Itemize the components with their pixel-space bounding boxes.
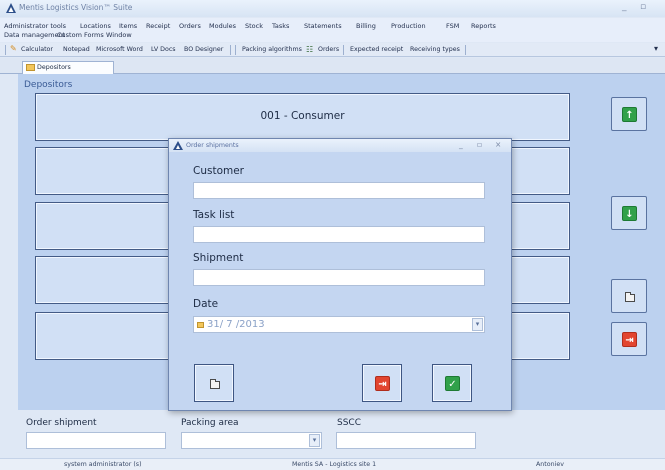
menu-stock[interactable]: Stock	[245, 22, 263, 30]
menu-window[interactable]: Window	[106, 31, 132, 39]
shipment-input[interactable]	[193, 269, 485, 286]
order-shipments-dialog: Order shipments _ ▫ × Customer Task list…	[168, 138, 512, 411]
toolbar-receiving-types[interactable]: Receiving types	[410, 46, 460, 53]
app-logo-icon	[6, 3, 16, 13]
orders-icon: ☷	[306, 45, 314, 54]
toolbar-orders[interactable]: Orders	[318, 46, 339, 53]
close-icon[interactable]: ×	[495, 140, 501, 149]
checkmark-icon: ✓	[445, 376, 460, 391]
menu-tasks[interactable]: Tasks	[272, 22, 289, 30]
menu-production[interactable]: Production	[391, 22, 426, 30]
toolbar-lv-docs[interactable]: LV Docs	[151, 46, 176, 53]
toolbar-packing-algorithms[interactable]: Packing algorithms	[242, 46, 302, 53]
packing-area-label: Packing area	[181, 418, 239, 428]
toolbar-calculator[interactable]: Calculator	[21, 46, 53, 53]
status-user: system administrator (s)	[64, 461, 142, 468]
task-list-input[interactable]	[193, 226, 485, 243]
customer-input[interactable]	[193, 182, 485, 199]
toolbar-notepad[interactable]: Notepad	[63, 46, 90, 53]
folder-icon	[210, 379, 220, 389]
chevron-down-icon[interactable]: ▾	[472, 318, 483, 331]
dialog-title: Order shipments	[186, 142, 239, 149]
toolbar-separator	[343, 45, 344, 55]
menu-fsm[interactable]: FSM	[446, 22, 459, 30]
status-company: Mentis SA - Logistics site 1	[292, 461, 377, 468]
app-logo-icon	[173, 141, 183, 150]
cancel-button[interactable]: ⇥	[362, 364, 402, 402]
toolbar-bo-designer[interactable]: BO Designer	[184, 46, 223, 53]
toolbar-separator	[465, 45, 466, 55]
menu-administrator-tools[interactable]: Administrator tools	[4, 22, 66, 30]
folder-icon	[625, 292, 635, 302]
chevron-down-icon[interactable]: ▾	[309, 434, 320, 447]
depositors-heading: Depositors	[24, 80, 73, 90]
scroll-up-button[interactable]: ↑	[611, 97, 647, 131]
menu-reports[interactable]: Reports	[471, 22, 496, 30]
menu-custom-forms[interactable]: Custom Forms	[57, 31, 104, 39]
menu-locations[interactable]: Locations	[80, 22, 111, 30]
quick-launch-toolbar: ✎ Calculator Notepad Microsoft Word LV D…	[0, 43, 665, 57]
date-picker[interactable]: 31/ 7 /2013 ▾	[193, 316, 485, 333]
confirm-button[interactable]: ✓	[432, 364, 472, 402]
toolbar-overflow-icon[interactable]: ▾	[654, 44, 658, 53]
toolbar-word[interactable]: Microsoft Word	[96, 46, 143, 53]
shipment-label: Shipment	[193, 252, 244, 264]
order-shipment-input[interactable]	[26, 432, 166, 449]
date-label: Date	[193, 298, 219, 310]
window-title: Mentis Logistics Vision™ Suite	[19, 3, 133, 12]
menu-bar: Administrator tools Locations Items Rece…	[0, 18, 665, 42]
menu-receipt[interactable]: Receipt	[146, 22, 170, 30]
arrow-down-icon: ↓	[622, 206, 637, 221]
arrow-up-icon: ↑	[622, 107, 637, 122]
order-shipment-label: Order shipment	[26, 418, 97, 428]
menu-items[interactable]: Items	[119, 22, 137, 30]
document-tab-strip: Depositors	[0, 58, 665, 74]
restore-icon[interactable]: ▫	[640, 2, 646, 12]
menu-statements[interactable]: Statements	[304, 22, 342, 30]
menu-data-management[interactable]: Data management	[4, 31, 65, 39]
date-value: 31/ 7 /2013	[207, 319, 265, 330]
exit-icon: ⇥	[622, 332, 637, 347]
menu-modules[interactable]: Modules	[209, 22, 236, 30]
dialog-title-bar: Order shipments _ ▫ ×	[169, 139, 511, 152]
restore-icon[interactable]: ▫	[477, 140, 482, 149]
minimize-button[interactable]: _	[622, 2, 627, 12]
exit-icon: ⇥	[375, 376, 390, 391]
browse-button[interactable]	[611, 279, 647, 313]
toolbar-separator	[230, 45, 231, 55]
calculator-icon: ✎	[10, 44, 17, 53]
title-bar: Mentis Logistics Vision™ Suite _ ▫	[0, 0, 665, 17]
status-host: Antoniev	[536, 461, 564, 468]
menu-billing[interactable]: Billing	[356, 22, 376, 30]
minimize-button[interactable]: _	[459, 140, 463, 149]
tab-depositors[interactable]: Depositors	[22, 61, 114, 74]
sscc-input[interactable]	[336, 432, 476, 449]
packing-area-select[interactable]: ▾	[181, 432, 322, 449]
task-list-label: Task list	[193, 209, 235, 221]
folder-icon	[26, 64, 35, 71]
status-bar: system administrator (s) Mentis SA - Log…	[0, 458, 665, 470]
exit-button[interactable]: ⇥	[611, 322, 647, 356]
depositor-button-label: 001 - Consumer	[260, 110, 345, 122]
depositor-button-1[interactable]: 001 - Consumer	[35, 93, 570, 141]
toolbar-separator	[5, 45, 6, 55]
toolbar-separator	[235, 45, 236, 55]
scroll-down-button[interactable]: ↓	[611, 196, 647, 230]
sscc-label: SSCC	[337, 418, 361, 428]
calendar-icon	[197, 322, 204, 328]
customer-label: Customer	[193, 165, 245, 177]
tab-depositors-label: Depositors	[37, 64, 71, 71]
browse-button[interactable]	[194, 364, 234, 402]
toolbar-expected-receipt[interactable]: Expected receipt	[350, 46, 403, 53]
menu-orders[interactable]: Orders	[179, 22, 201, 30]
